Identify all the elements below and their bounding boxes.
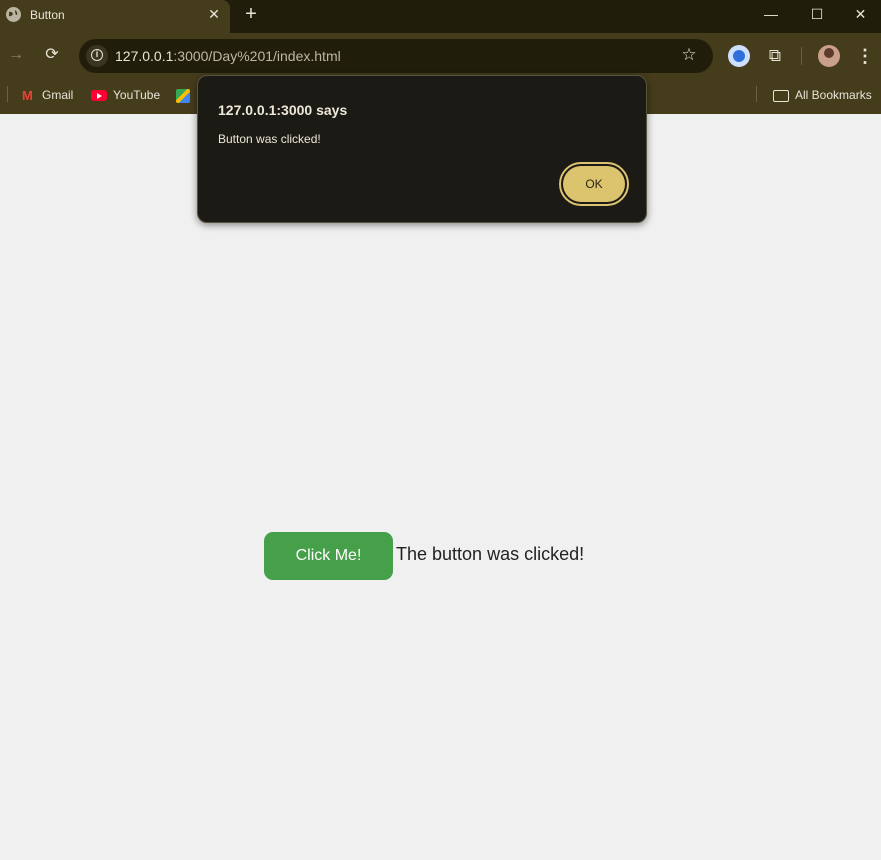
url-text[interactable]: 127.0.0.1:3000/Day%201/index.html	[115, 48, 341, 64]
maps-icon	[176, 88, 190, 103]
window-close-button[interactable]: ✕	[840, 0, 881, 28]
title-bar: Button ✕ + — ☐ ✕	[0, 0, 881, 33]
forward-icon[interactable]: →	[5, 44, 27, 66]
bookmark-gmail[interactable]: Gmail	[22, 85, 73, 106]
tab-close-icon[interactable]: ✕	[205, 5, 223, 23]
ok-button-label[interactable]: OK	[563, 166, 625, 202]
tab-button[interactable]: Button ✕	[0, 0, 230, 33]
site-info-icon[interactable]: i	[86, 45, 108, 67]
alert-dialog: 127.0.0.1:3000 says Button was clicked! …	[197, 75, 647, 223]
click-me-button[interactable]: Click Me!	[264, 532, 393, 580]
menu-kebab-icon[interactable]: ⋮	[854, 45, 876, 67]
browser-toolbar: → ⟳ i 127.0.0.1:3000/Day%201/index.html …	[0, 33, 881, 79]
extensions-puzzle-icon[interactable]: ⧉	[764, 45, 786, 67]
dialog-message: Button was clicked!	[218, 132, 321, 146]
toolbar-divider	[801, 47, 802, 65]
youtube-icon	[91, 90, 107, 102]
bookmark-maps[interactable]	[176, 85, 196, 105]
profile-avatar[interactable]	[818, 45, 840, 67]
result-text: The button was clicked!	[396, 544, 585, 564]
dialog-title: 127.0.0.1:3000 says	[218, 102, 348, 118]
extension-icon[interactable]	[728, 45, 750, 67]
gmail-icon	[22, 86, 36, 106]
reload-icon[interactable]: ⟳	[41, 44, 63, 66]
all-bookmarks-button[interactable]: All Bookmarks	[773, 85, 872, 105]
folder-icon	[773, 89, 789, 102]
bookmark-youtube[interactable]: YouTube	[91, 85, 160, 105]
globe-icon	[6, 7, 21, 22]
bookmarks-divider-right	[756, 86, 757, 102]
maximize-button[interactable]: ☐	[794, 0, 840, 28]
address-bar[interactable]: i 127.0.0.1:3000/Day%201/index.html ☆	[79, 39, 713, 73]
bookmark-star-icon[interactable]: ☆	[679, 45, 699, 65]
bookmarks-divider	[7, 86, 8, 102]
new-tab-button[interactable]: +	[240, 3, 262, 25]
ok-button[interactable]: OK	[559, 162, 629, 206]
tab-title: Button	[30, 8, 65, 22]
minimize-button[interactable]: —	[748, 0, 794, 28]
